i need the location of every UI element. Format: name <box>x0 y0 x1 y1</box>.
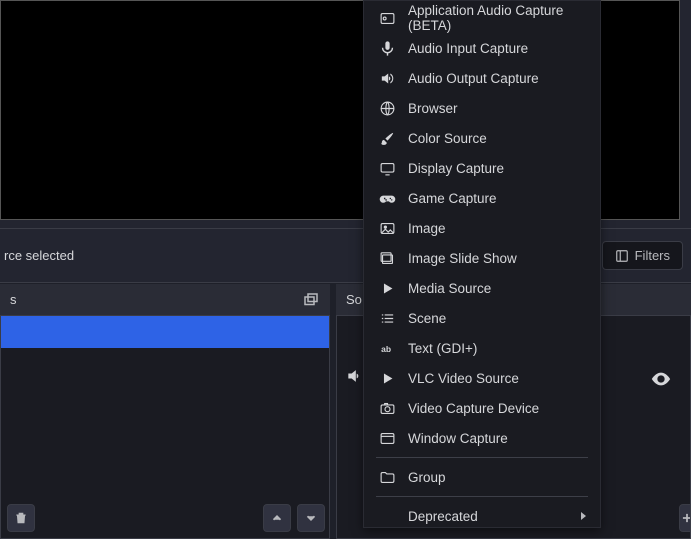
menu-label: Image Slide Show <box>408 251 517 266</box>
menu-separator <box>376 496 588 497</box>
scenes-bottom-toolbar <box>1 498 330 538</box>
filters-icon <box>615 249 629 263</box>
menu-item-deprecated[interactable]: Deprecated <box>364 501 600 531</box>
menu-item-app-audio-beta[interactable]: Application Audio Capture (BETA) <box>364 3 600 33</box>
menu-label: Media Source <box>408 281 491 296</box>
camera-icon <box>378 399 396 417</box>
scenes-list[interactable] <box>0 316 330 539</box>
scenes-title: s <box>10 292 17 307</box>
menu-label: VLC Video Source <box>408 371 519 386</box>
visibility-toggle[interactable] <box>650 368 672 390</box>
menu-item-text-gdi[interactable]: ab Text (GDI+) <box>364 333 600 363</box>
menu-item-game-capture[interactable]: Game Capture <box>364 183 600 213</box>
menu-label: Application Audio Capture (BETA) <box>408 3 586 33</box>
svg-text:ab: ab <box>381 344 391 354</box>
plus-icon <box>680 511 691 525</box>
menu-item-image[interactable]: Image <box>364 213 600 243</box>
scenes-dock: s <box>0 284 330 539</box>
sources-title: So <box>346 292 362 307</box>
menu-item-media-source[interactable]: Media Source <box>364 273 600 303</box>
menu-label: Display Capture <box>408 161 504 176</box>
chevron-up-icon <box>270 511 284 525</box>
menu-label: Browser <box>408 101 458 116</box>
menu-label: Window Capture <box>408 431 508 446</box>
list-icon <box>378 309 396 327</box>
menu-label: Audio Input Capture <box>408 41 528 56</box>
menu-label: Game Capture <box>408 191 497 206</box>
menu-item-color-source[interactable]: Color Source <box>364 123 600 153</box>
play-icon <box>378 279 396 297</box>
monitor-icon <box>378 159 396 177</box>
sources-bottom-toolbar <box>673 498 690 538</box>
menu-label: Group <box>408 470 446 485</box>
window-icon <box>378 429 396 447</box>
menu-item-audio-input[interactable]: Audio Input Capture <box>364 33 600 63</box>
play-icon <box>378 369 396 387</box>
gamepad-icon <box>378 189 396 207</box>
menu-label: Audio Output Capture <box>408 71 539 86</box>
scene-row-active[interactable] <box>1 316 329 348</box>
add-source-menu: Application Audio Capture (BETA) Audio I… <box>363 0 601 528</box>
menu-item-scene[interactable]: Scene <box>364 303 600 333</box>
app-audio-icon <box>378 9 396 27</box>
menu-item-group[interactable]: Group <box>364 462 600 492</box>
chevron-down-icon <box>304 511 318 525</box>
menu-item-video-capture[interactable]: Video Capture Device <box>364 393 600 423</box>
menu-separator <box>376 457 588 458</box>
image-icon <box>378 219 396 237</box>
trash-icon <box>14 511 28 525</box>
menu-label: Color Source <box>408 131 487 146</box>
slideshow-icon <box>378 249 396 267</box>
move-scene-up-button[interactable] <box>263 504 291 532</box>
brush-icon <box>378 129 396 147</box>
delete-scene-button[interactable] <box>7 504 35 532</box>
menu-item-window-capture[interactable]: Window Capture <box>364 423 600 453</box>
menu-item-display-capture[interactable]: Display Capture <box>364 153 600 183</box>
popout-icon[interactable] <box>302 291 320 309</box>
menu-item-image-slide-show[interactable]: Image Slide Show <box>364 243 600 273</box>
menu-item-browser[interactable]: Browser <box>364 93 600 123</box>
scenes-header[interactable]: s <box>0 284 330 316</box>
menu-label: Video Capture Device <box>408 401 539 416</box>
text-icon: ab <box>378 339 396 357</box>
menu-item-vlc-video[interactable]: VLC Video Source <box>364 363 600 393</box>
filters-label: Filters <box>635 248 670 263</box>
globe-icon <box>378 99 396 117</box>
menu-label: Text (GDI+) <box>408 341 477 356</box>
menu-label: Image <box>408 221 446 236</box>
speaker-icon <box>345 366 365 386</box>
menu-label: Deprecated <box>408 509 478 524</box>
speaker-icon <box>378 69 396 87</box>
add-source-button[interactable] <box>679 504 691 532</box>
move-scene-down-button[interactable] <box>297 504 325 532</box>
selection-status: rce selected <box>4 248 74 263</box>
mic-icon <box>378 39 396 57</box>
menu-item-audio-output[interactable]: Audio Output Capture <box>364 63 600 93</box>
filters-button[interactable]: Filters <box>602 241 683 270</box>
folder-icon <box>378 468 396 486</box>
menu-label: Scene <box>408 311 446 326</box>
